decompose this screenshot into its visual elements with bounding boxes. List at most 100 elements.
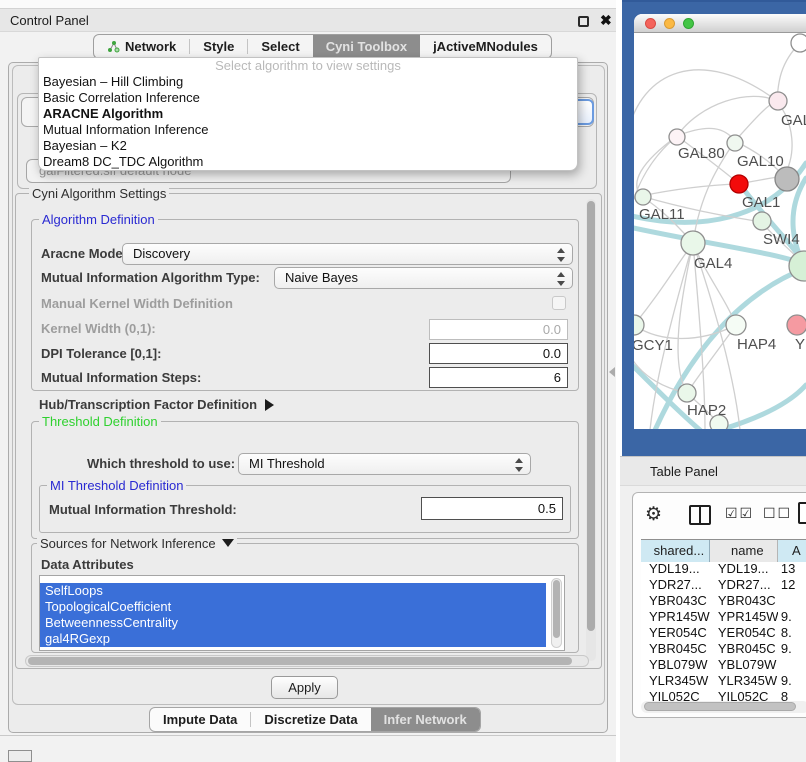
- mi-type-select[interactable]: Naive Bayes: [274, 267, 573, 289]
- column-header[interactable]: A: [778, 540, 806, 562]
- node-label: GAL11: [639, 206, 685, 223]
- mi-type-label: Mutual Information Algorithm Type:: [41, 270, 260, 286]
- screen: Control Panel ✖ NetworkStyleSelectCyni T…: [0, 0, 806, 762]
- network-node-gcy1[interactable]: [634, 315, 644, 335]
- table-row[interactable]: YDL19...YDL19...13: [641, 561, 806, 577]
- tab-network[interactable]: Network: [94, 35, 189, 58]
- network-node-gal80[interactable]: [669, 129, 685, 145]
- tab-style[interactable]: Style: [190, 35, 247, 58]
- column-layout-icon[interactable]: [689, 505, 711, 525]
- zoom-traffic-light-icon[interactable]: [683, 18, 694, 29]
- network-edge[interactable]: [634, 243, 693, 325]
- hub-definition-toggle[interactable]: Hub/Transcription Factor Definition: [39, 397, 274, 413]
- network-window[interactable]: GALGAL80GAL10GAL1GAL11SWI4GAL4GCY1HAP4YH…: [634, 14, 806, 429]
- combo-arrows-icon: [556, 271, 565, 287]
- algorithm-option[interactable]: Mutual Information Inference: [39, 122, 577, 138]
- attributes-vertical-scrollbar[interactable]: [551, 578, 562, 648]
- network-edge[interactable]: [677, 128, 735, 141]
- table-cell: 9.: [778, 673, 806, 689]
- settings-horizontal-scrollbar[interactable]: [25, 655, 589, 667]
- list-clipped-row: [40, 576, 546, 583]
- algorithm-option[interactable]: ARACNE Algorithm: [39, 106, 577, 122]
- bottom-tab-discretize-data[interactable]: Discretize Data: [251, 708, 370, 731]
- table-panel-title: Table Panel: [650, 464, 718, 479]
- network-edge[interactable]: [677, 96, 777, 136]
- table-cell: 9.: [778, 641, 806, 657]
- collapse-arrow-icon: [222, 539, 234, 547]
- settings-vertical-scrollbar[interactable]: [586, 199, 596, 661]
- tab-cyni-toolbox[interactable]: Cyni Toolbox: [313, 35, 420, 58]
- node-table: shared...nameA YDL19...YDL19...13YDR27..…: [641, 539, 806, 705]
- attribute-item[interactable]: gal4RGexp: [40, 631, 546, 647]
- select-all-checkboxes-icon[interactable]: ☑☑: [725, 505, 754, 522]
- close-traffic-light-icon[interactable]: [645, 18, 656, 29]
- algorithm-option[interactable]: Bayesian – Hill Climbing: [39, 74, 577, 90]
- attribute-item[interactable]: SelfLoops: [40, 583, 546, 599]
- network-node-y[interactable]: [787, 315, 806, 335]
- network-node[interactable]: [775, 167, 799, 191]
- algorithm-option[interactable]: Basic Correlation Inference: [39, 90, 577, 106]
- network-node-gal10[interactable]: [727, 135, 743, 151]
- attribute-item[interactable]: TopologicalCoefficient: [40, 599, 546, 615]
- network-edge[interactable]: [641, 184, 738, 196]
- which-threshold-select[interactable]: MI Threshold: [238, 453, 531, 475]
- table-row[interactable]: YBR045CYBR045C9.: [641, 641, 806, 657]
- gear-icon[interactable]: ⚙: [645, 503, 662, 526]
- algorithm-option[interactable]: Dream8 DC_TDC Algorithm: [39, 154, 577, 170]
- network-node-swi4[interactable]: [753, 212, 771, 230]
- table-toolbar: ⚙ ☑☑ ☐☐: [633, 493, 806, 537]
- node-label: GAL4: [694, 255, 732, 272]
- dpi-tolerance-field[interactable]: 0.0: [429, 343, 568, 364]
- algorithm-option[interactable]: Bayesian – K2: [39, 138, 577, 154]
- table-row[interactable]: YLR345WYLR345W9.: [641, 673, 806, 689]
- network-node-gal[interactable]: [769, 92, 787, 110]
- apply-button[interactable]: Apply: [271, 676, 338, 699]
- tab-label: Style: [203, 39, 234, 54]
- column-header[interactable]: name: [710, 540, 778, 562]
- network-edge[interactable]: [720, 385, 806, 429]
- bottom-tab-impute-data[interactable]: Impute Data: [150, 708, 250, 731]
- network-node-gal4[interactable]: [681, 231, 705, 255]
- table-row[interactable]: YDR27...YDR27...12: [641, 577, 806, 593]
- network-canvas[interactable]: GALGAL80GAL10GAL1GAL11SWI4GAL4GCY1HAP4YH…: [634, 33, 806, 429]
- mi-threshold-label: Mutual Information Threshold:: [49, 502, 237, 518]
- document-icon[interactable]: [798, 502, 806, 524]
- tab-jactivemnodules[interactable]: jActiveMNodules: [420, 35, 551, 58]
- which-threshold-value: MI Threshold: [249, 456, 325, 471]
- mi-threshold-field[interactable]: 0.5: [421, 497, 563, 520]
- attribute-item[interactable]: BetweennessCentrality: [40, 615, 546, 631]
- float-panel-icon[interactable]: [578, 16, 589, 27]
- deselect-all-checkboxes-icon[interactable]: ☐☐: [763, 505, 792, 522]
- manual-kernel-checkbox[interactable]: [552, 296, 566, 310]
- minimize-traffic-light-icon[interactable]: [664, 18, 675, 29]
- table-row[interactable]: YER054CYER054C8.: [641, 625, 806, 641]
- bottom-tab-infer-network[interactable]: Infer Network: [371, 708, 480, 731]
- network-edge[interactable]: [634, 70, 777, 133]
- network-node-hap4[interactable]: [726, 315, 746, 335]
- network-edge[interactable]: [637, 136, 677, 196]
- column-header[interactable]: shared...: [641, 540, 710, 562]
- table-row[interactable]: YBR043CYBR043C: [641, 593, 806, 609]
- node-label: GAL80: [678, 145, 725, 162]
- network-node-hap2[interactable]: [678, 384, 696, 402]
- kernel-width-field[interactable]: 0.0: [429, 319, 568, 340]
- tab-select[interactable]: Select: [248, 35, 312, 58]
- top-strip: [0, 0, 616, 8]
- network-node-gal1[interactable]: [730, 175, 748, 193]
- network-window-titlebar[interactable]: [634, 14, 806, 33]
- mi-steps-field[interactable]: 6: [429, 367, 568, 388]
- splitter-collapse-icon[interactable]: [609, 367, 615, 377]
- data-attributes-list[interactable]: SelfLoopsTopologicalCoefficientBetweenne…: [39, 575, 565, 651]
- manual-kernel-label: Manual Kernel Width Definition: [41, 296, 233, 312]
- node-label: HAP2: [687, 402, 726, 419]
- table-row[interactable]: YBL079WYBL079W: [641, 657, 806, 673]
- minimized-panel-icon[interactable]: [8, 750, 32, 762]
- close-icon[interactable]: ✖: [600, 12, 612, 29]
- network-node-gal11[interactable]: [635, 189, 651, 205]
- node-label: HAP4: [737, 336, 776, 353]
- network-node[interactable]: [791, 34, 806, 52]
- aracne-mode-select[interactable]: Discovery: [122, 243, 573, 265]
- sources-legend[interactable]: Sources for Network Inference: [37, 536, 237, 552]
- table-row[interactable]: YPR145WYPR145W9.: [641, 609, 806, 625]
- table-horizontal-scrollbar[interactable]: [641, 701, 806, 713]
